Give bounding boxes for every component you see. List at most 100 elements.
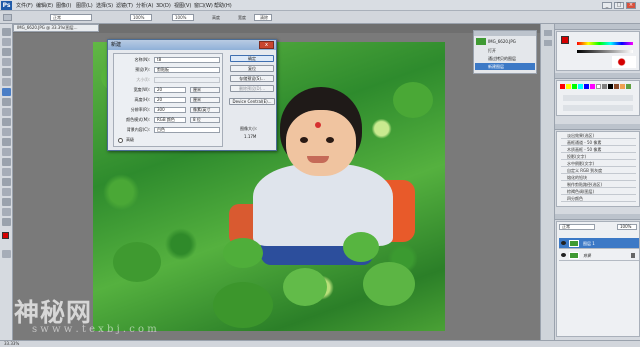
swatch[interactable]	[566, 84, 571, 89]
menu-analysis[interactable]: 分析(A)	[136, 2, 153, 10]
history-item[interactable]: 通过拷贝的图层	[488, 56, 516, 62]
flow-field[interactable]: 100%	[172, 14, 194, 21]
action-item[interactable]: 四分颜色	[561, 196, 636, 202]
pen-tool-icon[interactable]	[2, 158, 11, 166]
bit-depth-select[interactable]: 8 位	[190, 117, 220, 123]
color-slider[interactable]	[577, 42, 633, 45]
history-panel-icon[interactable]	[544, 30, 552, 36]
color-mode-select[interactable]: RGB 颜色	[154, 117, 186, 123]
color-panel-foreground[interactable]	[561, 36, 569, 44]
resolution-unit-select[interactable]: 像素/英寸	[190, 107, 220, 113]
3d-rotate-tool-icon[interactable]	[2, 198, 11, 206]
action-item[interactable]: 制作剪贴路径(选区)	[561, 182, 636, 188]
swatches-panel-tabs[interactable]	[555, 73, 640, 79]
swatch[interactable]	[578, 84, 583, 89]
save-preset-button[interactable]: 存储预设(S)...	[230, 75, 274, 82]
type-tool-icon[interactable]	[2, 168, 11, 176]
color-panel-tabs[interactable]	[555, 24, 640, 30]
magic-wand-tool-icon[interactable]	[2, 58, 11, 66]
height-input[interactable]: 20	[154, 97, 186, 103]
marquee-tool-preset-icon[interactable]	[3, 14, 12, 21]
gradient-tool-icon[interactable]	[2, 138, 11, 146]
swatch[interactable]	[614, 84, 619, 89]
swatch[interactable]	[608, 84, 613, 89]
advanced-label[interactable]: 高级	[126, 137, 134, 143]
hand-tool-icon[interactable]	[2, 208, 11, 216]
mode-select[interactable]: 正常	[50, 14, 92, 21]
menu-file[interactable]: 文件(F)	[16, 2, 33, 10]
size-select[interactable]	[154, 77, 220, 83]
action-item[interactable]: 淡出效果(选区)	[561, 133, 636, 139]
healing-brush-tool-icon[interactable]	[2, 88, 11, 96]
swatch[interactable]	[602, 84, 607, 89]
dialog-close-button[interactable]: x	[259, 41, 274, 49]
name-input[interactable]: t8	[154, 57, 220, 63]
swatch[interactable]	[596, 84, 601, 89]
eyedropper-tool-icon[interactable]	[2, 78, 11, 86]
lasso-tool-icon[interactable]	[2, 48, 11, 56]
height-unit-select[interactable]: 厘米	[190, 97, 220, 103]
swatch[interactable]	[572, 84, 577, 89]
move-tool-icon[interactable]	[2, 28, 11, 36]
menu-filter[interactable]: 滤镜(T)	[116, 2, 133, 10]
swatch[interactable]	[560, 84, 565, 89]
action-item[interactable]: 熔化的铅块	[561, 175, 636, 181]
blend-mode-select[interactable]: 正常	[559, 224, 595, 230]
foreground-color-swatch[interactable]	[2, 232, 9, 239]
eye-icon[interactable]	[561, 241, 566, 245]
shape-tool-icon[interactable]	[2, 188, 11, 196]
advanced-toggle-icon[interactable]	[118, 138, 123, 143]
close-button[interactable]: ×	[626, 2, 636, 9]
clone-stamp-tool-icon[interactable]	[2, 108, 11, 116]
zoom-level[interactable]: 33.33%	[4, 341, 19, 347]
resolution-input[interactable]: 300	[154, 107, 186, 113]
menu-select[interactable]: 选择(S)	[96, 2, 113, 10]
action-item[interactable]: 画框通道 - 50 像素	[561, 140, 636, 146]
marquee-tool-icon[interactable]	[2, 38, 11, 46]
opacity-field[interactable]: 100%	[130, 14, 152, 21]
action-item[interactable]: 木质画框 - 50 像素	[561, 147, 636, 153]
eye-icon[interactable]	[561, 253, 566, 257]
width-input[interactable]: 20	[154, 87, 186, 93]
history-snapshot-label[interactable]: IMG_6620.JPG	[488, 39, 516, 44]
swatch[interactable]	[626, 84, 631, 89]
menu-window[interactable]: 窗口(W)	[194, 2, 213, 10]
gray-slider[interactable]	[577, 50, 633, 53]
swatch[interactable]	[620, 84, 625, 89]
eraser-tool-icon[interactable]	[2, 128, 11, 136]
action-item[interactable]: 自定义 RGB 到灰度	[561, 168, 636, 174]
quick-mask-icon[interactable]	[2, 250, 11, 258]
menu-view[interactable]: 视图(V)	[174, 2, 191, 10]
ok-button[interactable]: 确定	[230, 55, 274, 62]
history-item[interactable]: 打开	[488, 48, 496, 54]
dodge-tool-icon[interactable]	[2, 148, 11, 156]
history-item[interactable]: 新建图层	[488, 64, 504, 70]
action-item[interactable]: 水中倒影(文字)	[561, 161, 636, 167]
actions-panel-tabs[interactable]	[555, 124, 640, 130]
layer-row[interactable]: 背景	[559, 250, 639, 261]
menu-layer[interactable]: 图层(L)	[76, 2, 93, 10]
layer-row[interactable]: 图层 1	[559, 238, 639, 249]
clear-button[interactable]: 清除	[254, 14, 272, 21]
width-unit-select[interactable]: 厘米	[190, 87, 220, 93]
zoom-tool-icon[interactable]	[2, 218, 11, 226]
menu-edit[interactable]: 编辑(E)	[36, 2, 53, 10]
menu-help[interactable]: 帮助(H)	[214, 2, 232, 10]
actions-panel-icon[interactable]	[544, 40, 552, 46]
preset-select[interactable]: 剪贴板	[154, 67, 220, 73]
brush-tool-icon[interactable]	[2, 98, 11, 106]
swatch[interactable]	[584, 84, 589, 89]
layer-opacity-field[interactable]: 100%	[617, 224, 637, 230]
background-select[interactable]: 白色	[154, 127, 220, 133]
action-item[interactable]: 棕褐色调(图层)	[561, 189, 636, 195]
menu-image[interactable]: 图像(I)	[56, 2, 71, 10]
minimize-button[interactable]: _	[602, 2, 612, 9]
history-brush-tool-icon[interactable]	[2, 118, 11, 126]
path-selection-tool-icon[interactable]	[2, 178, 11, 186]
menu-3d[interactable]: 3D(D)	[156, 2, 171, 10]
adjustment-icons-row[interactable]	[563, 95, 633, 101]
reset-button[interactable]: 复位	[230, 65, 274, 72]
swatch[interactable]	[590, 84, 595, 89]
adjustment-icons-row[interactable]	[563, 105, 633, 111]
maximize-button[interactable]: □	[614, 2, 624, 9]
